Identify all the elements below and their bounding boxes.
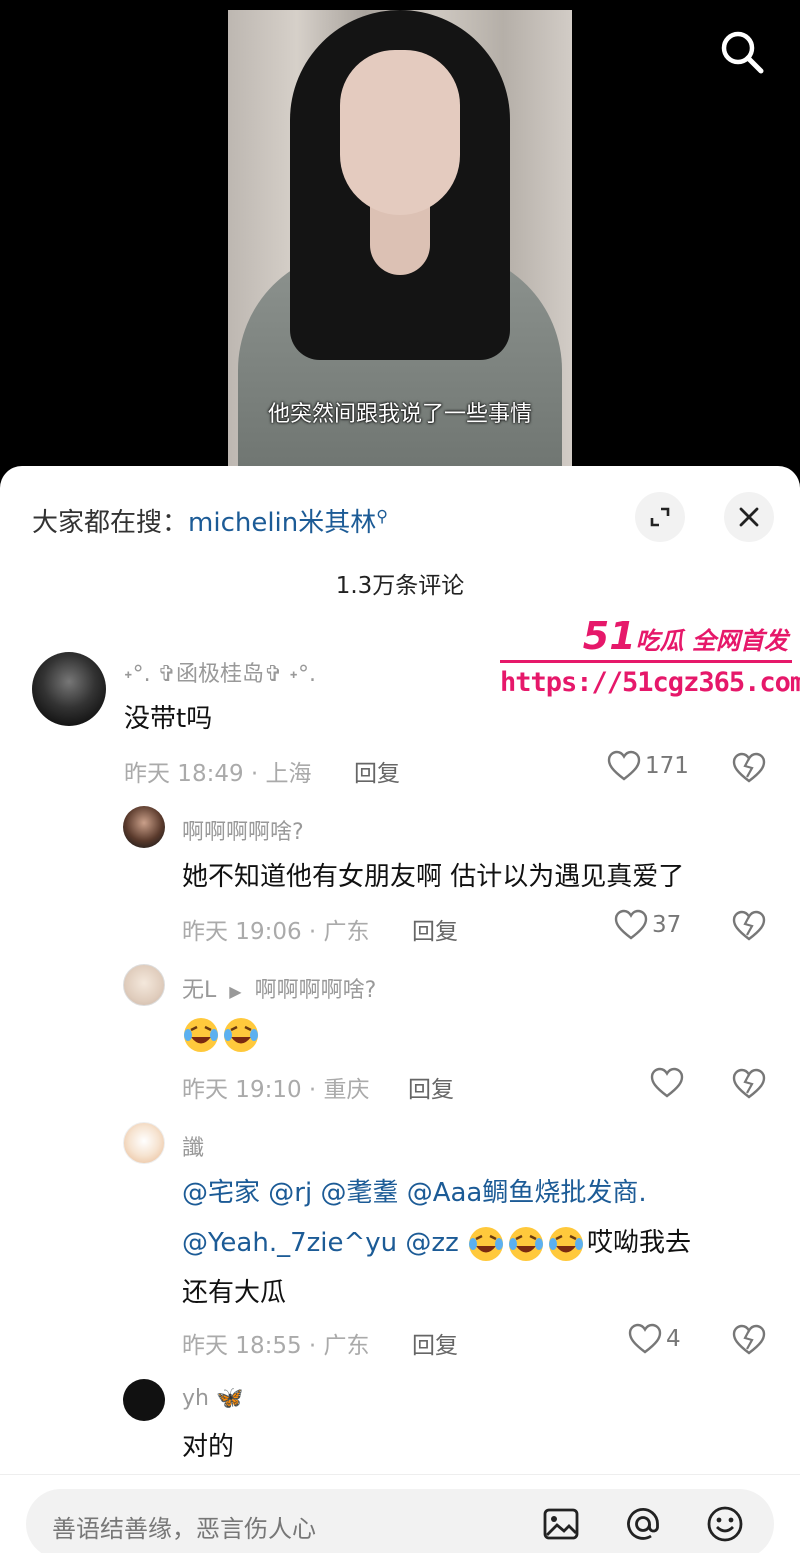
butterfly-icon: 🦋	[215, 1386, 244, 1411]
comment-author-line: 无L ▶ 啊啊啊啊啥?	[182, 972, 376, 1004]
avatar[interactable]	[123, 1379, 165, 1421]
like-button[interactable]: 37	[614, 909, 681, 941]
comment-author[interactable]: 无L	[182, 978, 216, 1003]
comment-text	[182, 1009, 262, 1059]
comment-text: 对的	[182, 1432, 235, 1462]
video-person-neck	[370, 205, 430, 275]
comment-meta: 昨天 18:55 · 广东	[182, 1333, 370, 1359]
avatar[interactable]	[123, 806, 165, 848]
heart-icon	[614, 909, 648, 940]
like-count: 37	[652, 912, 682, 938]
video-person-face	[340, 50, 460, 215]
small-search-icon: ⚲	[376, 506, 388, 526]
laugh-cry-emoji-icon	[509, 1226, 543, 1261]
comment-text-line: @Yeah._7zie^yu @zz 哎呦我去	[182, 1218, 691, 1268]
like-button[interactable]	[650, 1067, 688, 1099]
avatar[interactable]	[32, 652, 106, 726]
comment-author-line: yh 🦋	[182, 1386, 243, 1411]
reply-button[interactable]: 回复	[412, 1326, 458, 1360]
comment-mentions[interactable]: @宅家 @rj @耄耋 @Aaa鲷鱼烧批发商.	[182, 1168, 647, 1218]
close-button[interactable]	[724, 492, 774, 542]
watermark-brand: 51吃瓜 全网首发	[582, 614, 788, 658]
reply-button[interactable]: 回复	[408, 1070, 454, 1104]
reply-arrow-icon: ▶	[229, 982, 242, 1001]
avatar[interactable]	[123, 1122, 165, 1164]
comment-text: 她不知道他有女朋友啊 估计以为遇见真爱了	[182, 862, 685, 892]
comment-author[interactable]: ˖°. ✞函极桂岛✞ ˖°.	[124, 656, 316, 688]
dislike-icon[interactable]	[732, 1323, 766, 1357]
watermark-url: https://51cgz365.com	[500, 667, 800, 698]
expand-button[interactable]	[635, 492, 685, 542]
laugh-cry-emoji-icon	[549, 1226, 583, 1261]
laugh-cry-emoji-icon	[469, 1226, 503, 1261]
comment-meta: 昨天 19:10 · 重庆	[182, 1077, 370, 1103]
laugh-cry-emoji-icon	[184, 1017, 218, 1052]
expand-icon	[650, 507, 670, 527]
reply-button[interactable]: 回复	[412, 912, 458, 946]
avatar[interactable]	[123, 964, 165, 1006]
comment-count: 1.3万条评论	[335, 573, 465, 599]
hot-search-keyword[interactable]: michelin米其林	[188, 508, 376, 538]
comment-text: 没带t吗	[124, 704, 213, 734]
comment-mentions[interactable]: @Yeah._7zie^yu @zz	[182, 1228, 459, 1258]
like-button[interactable]: 171	[607, 750, 689, 782]
comment-input-placeholder: 善语结善缘，恶言伤人心	[52, 1515, 316, 1543]
like-button[interactable]: 4	[628, 1323, 681, 1355]
comment-text: 哎呦我去	[587, 1228, 692, 1258]
like-count: 4	[666, 1326, 681, 1352]
video-frame: 他突然间跟我说了一些事情	[228, 10, 572, 470]
dislike-icon[interactable]	[732, 1067, 766, 1101]
reply-button[interactable]: 回复	[354, 754, 400, 788]
comment-sheet: 大家都在搜：michelin米其林⚲ 1.3万条评论 51吃瓜 全网首发 htt…	[0, 466, 800, 1553]
heart-icon	[607, 750, 641, 781]
comment-text: 还有大瓜	[182, 1278, 287, 1308]
video-subtitle: 他突然间跟我说了一些事情	[267, 402, 532, 427]
mention-icon[interactable]	[624, 1505, 662, 1543]
dislike-icon[interactable]	[732, 909, 766, 943]
comment-input[interactable]: 善语结善缘，恶言伤人心	[26, 1489, 774, 1553]
watermark-divider	[500, 660, 792, 663]
image-icon[interactable]	[542, 1505, 580, 1543]
hot-search-link[interactable]: 大家都在搜：michelin米其林⚲	[32, 502, 388, 539]
laugh-cry-emoji-icon	[224, 1017, 258, 1052]
hot-search-prefix: 大家都在搜：	[32, 508, 189, 538]
comment-author[interactable]: 啊啊啊啊啥?	[182, 814, 304, 846]
heart-icon	[650, 1067, 684, 1098]
comment-meta: 昨天 19:06 · 广东	[182, 919, 370, 945]
dislike-icon[interactable]	[732, 751, 766, 785]
search-icon[interactable]	[718, 28, 766, 76]
like-count: 171	[645, 753, 689, 779]
watermark: 51吃瓜 全网首发 https://51cgz365.com	[500, 614, 800, 698]
comment-author[interactable]: yh	[182, 1386, 209, 1411]
close-icon	[739, 507, 759, 527]
comment-meta: 昨天 18:49 · 上海	[124, 761, 312, 787]
reply-to-author[interactable]: 啊啊啊啊啥?	[255, 978, 377, 1003]
video-player[interactable]: 他突然间跟我说了一些事情	[0, 0, 800, 470]
emoji-icon[interactable]	[706, 1505, 744, 1543]
heart-icon	[628, 1323, 662, 1354]
comment-author[interactable]: 讖	[182, 1130, 204, 1162]
